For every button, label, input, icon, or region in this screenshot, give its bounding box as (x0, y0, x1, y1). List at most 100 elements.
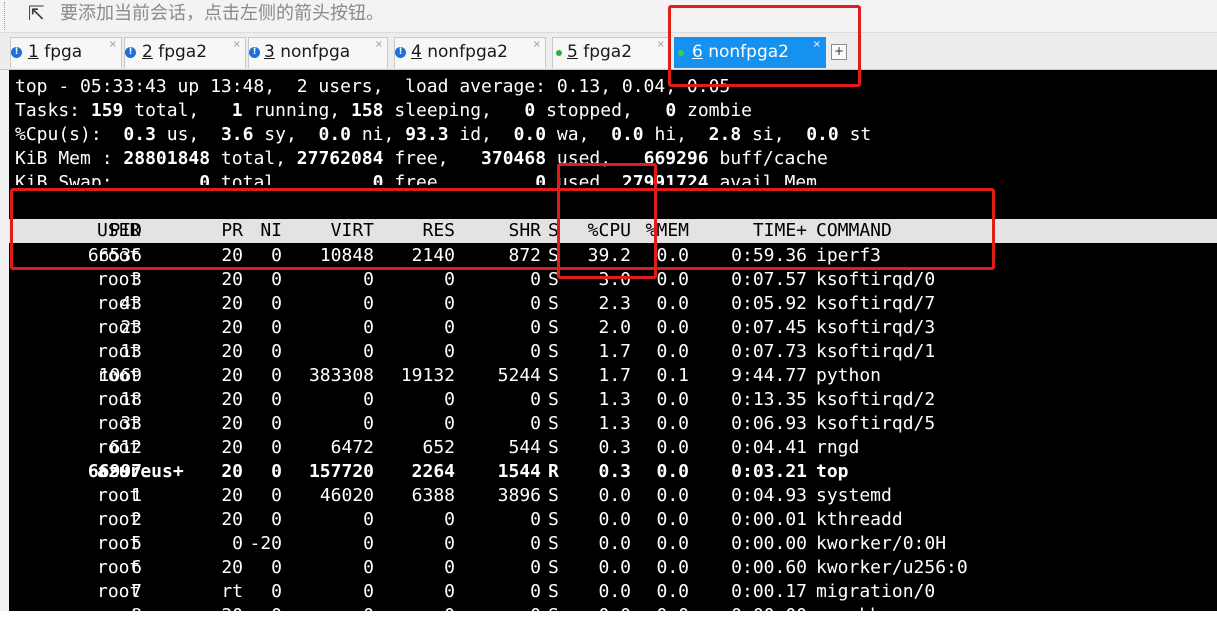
cell-shr: 0 (530, 317, 541, 338)
annotation-box-iperf3-row (10, 188, 995, 270)
close-icon[interactable]: × (375, 39, 383, 50)
cell-ni: 0 (271, 293, 282, 314)
cell-virt: 383308 (308, 365, 374, 386)
cell-res: 0 (444, 269, 455, 290)
tab-number: 3 (264, 42, 275, 62)
cell-cpu: 1.7 (598, 341, 631, 362)
cell-pr: 0 (232, 533, 243, 554)
cell-s: S (548, 557, 559, 578)
cell-s: S (548, 509, 559, 530)
cell-time: 9:44.77 (731, 365, 807, 386)
connected-dot-icon (556, 50, 562, 56)
cell-cmd: kthreadd (816, 509, 903, 530)
cell-mem: 0.0 (656, 557, 689, 578)
cell-res: 0 (444, 509, 455, 530)
cell-virt: 46020 (319, 485, 374, 506)
cell-cmd: python (816, 365, 882, 386)
toolbar-grip[interactable] (4, 2, 7, 30)
cell-user: root (97, 581, 141, 602)
cell-res: 0 (444, 533, 455, 554)
cell-ni: 0 (271, 389, 282, 410)
cell-time: 0:07.57 (731, 269, 807, 290)
tab-label: fpga2 (152, 42, 208, 62)
tab-label: nonfpga (274, 42, 351, 62)
tab-3[interactable]: ! 3 nonfpga × (248, 37, 388, 68)
cell-user: root (97, 509, 141, 530)
cell-ni: 0 (271, 437, 282, 458)
cell-cpu: 0.0 (598, 581, 631, 602)
cell-res: 0 (444, 605, 455, 626)
cell-virt: 6472 (330, 437, 374, 458)
cell-shr: 0 (530, 509, 541, 530)
cell-cmd: systemd (816, 485, 892, 506)
cell-cmd: ksoftirqd/3 (816, 317, 936, 338)
cell-cpu: 0.0 (598, 557, 631, 578)
close-icon[interactable]: × (233, 39, 241, 50)
cell-user: root (97, 557, 141, 578)
terminal-output[interactable]: top - 05:33:43 up 13:48, 2 users, load a… (9, 70, 1217, 626)
close-icon[interactable]: × (109, 39, 117, 50)
left-gutter (0, 70, 9, 611)
cell-user: root (97, 413, 141, 434)
info-dot-icon: ! (11, 47, 22, 58)
mem-line: KiB Mem : 28801848 total, 27762084 free,… (15, 148, 828, 169)
process-row: 7 root rt 0 0 0 0 S 0.0 0.0 0:00.17 migration/0 (9, 580, 1217, 604)
cell-s: R (548, 461, 559, 482)
process-row: 5 root 0 -20 0 0 0 S 0.0 0.0 0:00.00 kworker/0:0H (9, 532, 1217, 556)
cell-virt: 0 (363, 605, 374, 626)
cell-res: 0 (444, 413, 455, 434)
cell-shr: 3896 (497, 485, 541, 506)
cell-mem: 0.0 (656, 605, 689, 626)
cell-time: 0:06.93 (731, 413, 807, 434)
process-row: 13 root 20 0 0 0 0 S 1.7 0.0 0:07.73 ksoftirqd/1 (9, 340, 1217, 364)
cell-res: 2264 (411, 461, 455, 482)
annotation-box-active-tab (668, 5, 861, 87)
cell-shr: 0 (530, 341, 541, 362)
cell-virt: 157720 (308, 461, 374, 482)
cell-res: 0 (444, 293, 455, 314)
cell-user: root (97, 365, 141, 386)
tab-number: 5 (567, 42, 578, 62)
cell-mem: 0.0 (656, 293, 689, 314)
cell-ni: 0 (271, 269, 282, 290)
close-icon[interactable]: × (657, 39, 665, 50)
tab-1[interactable]: ! 1 fpga × (10, 37, 122, 68)
cell-ni: 0 (271, 413, 282, 434)
cell-mem: 0.0 (656, 437, 689, 458)
cell-s: S (548, 341, 559, 362)
cell-cmd: ksoftirqd/1 (816, 341, 936, 362)
cell-res: 6388 (411, 485, 455, 506)
process-row: 2 root 20 0 0 0 0 S 0.0 0.0 0:00.01 kthreadd (9, 508, 1217, 532)
cell-virt: 0 (363, 557, 374, 578)
cell-pr: 20 (221, 461, 243, 482)
cell-s: S (548, 581, 559, 602)
cell-cmd: rcu_bh (816, 605, 882, 626)
cell-pr: 20 (221, 389, 243, 410)
cell-user: root (97, 317, 141, 338)
cell-cpu: 0.3 (598, 437, 631, 458)
cell-mem: 0.0 (656, 533, 689, 554)
cell-res: 652 (422, 437, 455, 458)
process-row: 23 root 20 0 0 0 0 S 2.0 0.0 0:07.45 ksoftirqd/3 (9, 316, 1217, 340)
cell-cmd: ksoftirqd/7 (816, 293, 936, 314)
cell-shr: 0 (530, 293, 541, 314)
cell-time: 0:07.73 (731, 341, 807, 362)
cell-ni: 0 (271, 581, 282, 602)
cell-user: root (97, 341, 141, 362)
cell-pr: 20 (221, 413, 243, 434)
cell-cpu: 1.3 (598, 413, 631, 434)
tab-2[interactable]: ! 2 fpga2 × (124, 37, 246, 68)
cell-s: S (548, 317, 559, 338)
tab-4[interactable]: ! 4 nonfpga2 × (394, 37, 546, 68)
process-row: 612 root 20 0 6472 652 544 S 0.3 0.0 0:04.41 rngd (9, 436, 1217, 460)
process-row: 1069 root 20 0 383308 19132 5244 S 1.7 0.1 9:44.77… (9, 364, 1217, 388)
arrow-pointer-icon[interactable]: ⇱ (28, 1, 45, 25)
cell-ni: 0 (271, 341, 282, 362)
close-icon[interactable]: × (533, 39, 541, 50)
tab-number: 2 (142, 42, 153, 62)
tab-label: nonfpga2 (421, 42, 508, 62)
cell-time: 0:04.93 (731, 485, 807, 506)
tab-5[interactable]: 5 fpga2 × (552, 37, 670, 68)
cell-pr: 20 (221, 341, 243, 362)
cell-virt: 0 (363, 317, 374, 338)
